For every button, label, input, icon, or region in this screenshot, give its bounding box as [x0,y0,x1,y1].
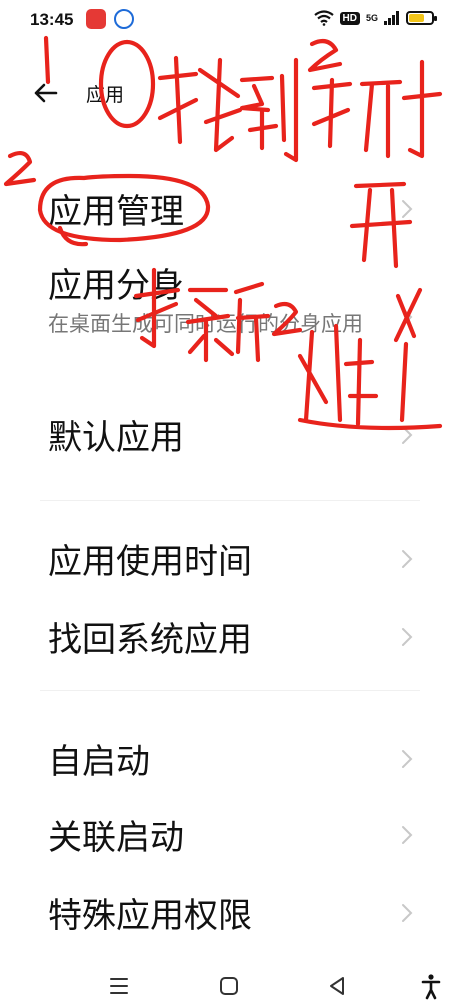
chevron-right-icon [402,308,413,326]
menu-item-special-app-permissions[interactable]: 特殊应用权限 [0,888,460,944]
chevron-right-icon [402,750,413,768]
accessibility-icon[interactable] [416,971,446,1001]
chevron-right-icon [402,426,413,444]
menu-item-label: 默认应用 [48,418,184,458]
chevron-right-icon [402,826,413,844]
status-time: 13:45 [30,10,74,29]
back-nav-icon[interactable] [322,971,352,1001]
menu-item-label: 关联启动 [48,818,184,858]
menu-item-restore-system-apps[interactable]: 找回系统应用 [0,612,460,668]
page-title: 应用 [86,84,125,106]
menu-item-app-clone[interactable]: 应用分身 在桌面生成可同时运行的分身应用 [0,258,460,388]
chevron-right-icon [402,550,413,568]
menu-item-description: 在桌面生成可同时运行的分身应用 [48,312,363,336]
battery-icon [406,11,437,25]
notification-icons [86,9,134,29]
menu-item-label: 自启动 [48,742,150,782]
menu-item-label: 应用管理 [48,192,184,232]
menu-item-app-usage-time[interactable]: 应用使用时间 [0,534,460,590]
status-bar: 13:45 HD 5G [0,0,460,38]
section-divider [40,690,420,691]
back-arrow-icon[interactable] [30,76,64,110]
menu-item-label: 特殊应用权限 [48,896,252,936]
chevron-right-icon [402,200,413,218]
section-divider [40,500,420,501]
battery-level [409,14,425,22]
menu-item-label: 应用分身 [48,266,184,306]
network-type-label: 5G [365,12,378,23]
recent-apps-icon[interactable] [104,971,134,1001]
menu-item-default-apps[interactable]: 默认应用 [0,410,460,466]
menu-item-label: 应用使用时间 [48,542,252,582]
signal-icon [384,11,399,25]
hd-indicator: HD [339,11,360,25]
system-navigation-bar [0,963,460,1003]
notification-app-icon [86,9,106,29]
status-indicators: HD 5G [313,10,437,26]
wifi-icon [313,10,334,26]
app-header: 应用 [0,66,460,122]
menu-item-label: 找回系统应用 [48,620,252,660]
chevron-right-icon [402,904,413,922]
home-icon[interactable] [214,971,244,1001]
menu-item-app-management[interactable]: 应用管理 [0,180,460,240]
menu-item-associated-launch[interactable]: 关联启动 [0,810,460,866]
chevron-right-icon [402,628,413,646]
notification-app-icon [114,9,134,29]
menu-item-auto-start[interactable]: 自启动 [0,734,460,790]
